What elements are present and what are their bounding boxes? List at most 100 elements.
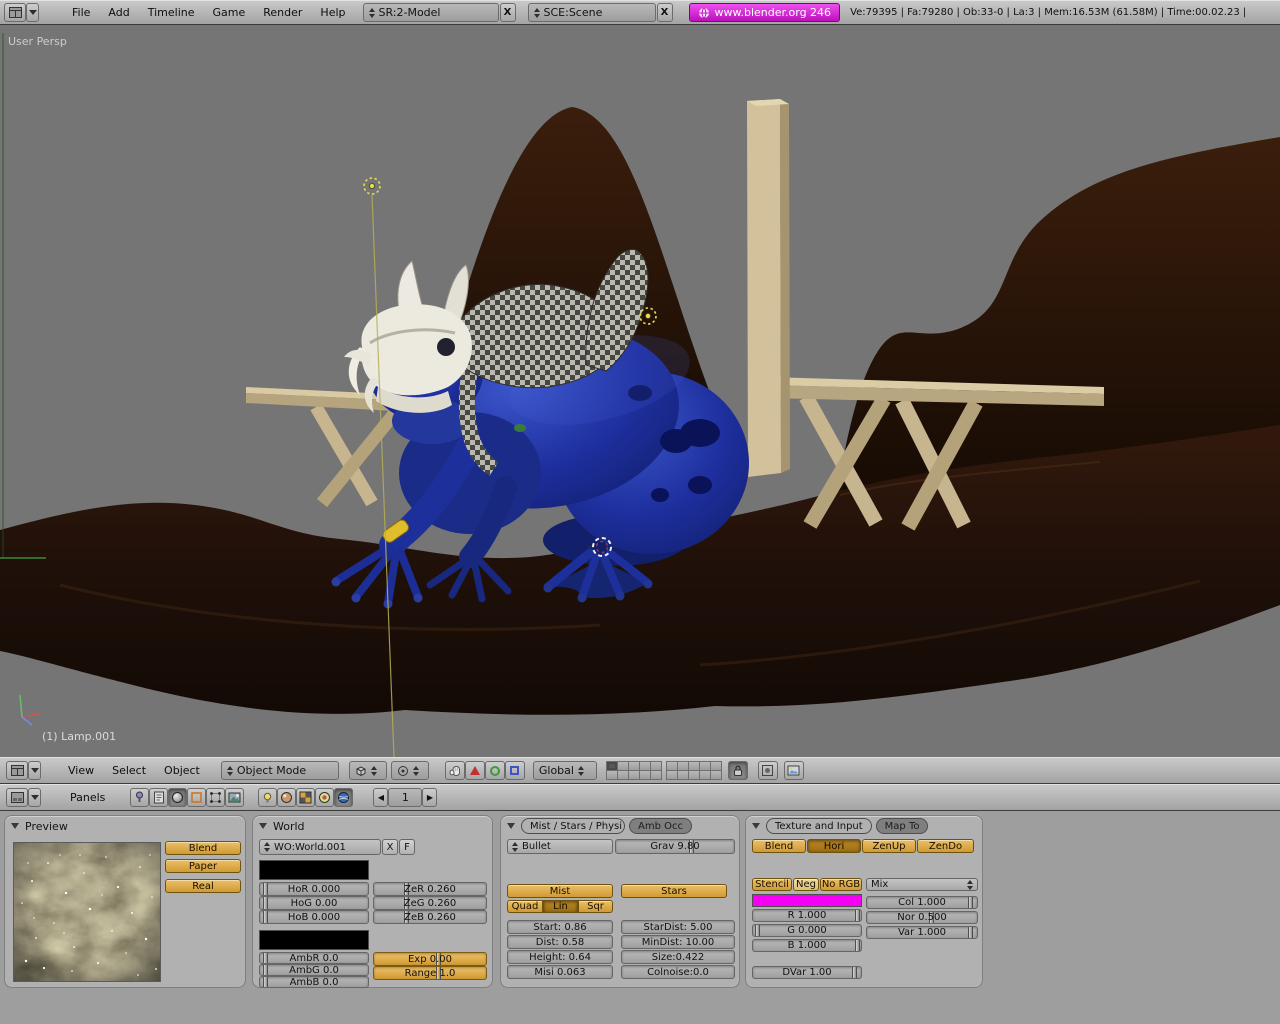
star-size-field[interactable]: Size:0.422 xyxy=(621,950,735,964)
collapse-triangle-icon[interactable] xyxy=(507,823,515,829)
hor-slider[interactable]: HoR 0.000 xyxy=(259,882,369,896)
scale-manipulator-button[interactable] xyxy=(504,761,525,780)
frame-number-field[interactable]: 1 xyxy=(388,788,423,807)
neg-toggle-button[interactable]: Neg xyxy=(793,878,819,891)
mist-start-field[interactable]: Start: 0.86 xyxy=(507,920,613,934)
tab-mist-stars-physics[interactable]: Mist / Stars / Physi xyxy=(521,818,625,834)
var-amount-slider[interactable]: Var 1.000 xyxy=(866,926,978,939)
lock-layers-button[interactable] xyxy=(727,761,748,780)
coord-zenup-button[interactable]: ZenUp xyxy=(862,839,916,853)
ambg-slider[interactable]: AmbG 0.0 xyxy=(259,964,369,976)
render-preview-button[interactable] xyxy=(783,761,804,780)
frame-next-button[interactable]: ▶ xyxy=(422,788,438,807)
mist-toggle-button[interactable]: Mist xyxy=(507,884,613,898)
world-panel-header[interactable]: World xyxy=(253,816,492,836)
tab-map-to[interactable]: Map To xyxy=(875,818,929,834)
menu-object[interactable]: Object xyxy=(155,758,209,783)
menu-select[interactable]: Select xyxy=(103,758,155,783)
world-datablock-selector[interactable]: WO:World.001 xyxy=(259,839,381,855)
menu-timeline[interactable]: Timeline xyxy=(139,1,204,24)
screen-delete-button[interactable]: X xyxy=(499,3,516,22)
norgb-toggle-button[interactable]: No RGB xyxy=(820,878,862,891)
scene-delete-button[interactable]: X xyxy=(656,3,673,22)
blend-mode-dropdown[interactable]: Mix xyxy=(866,878,978,891)
zeg-slider[interactable]: ZeG 0.260 xyxy=(373,896,487,910)
collapse-triangle-icon[interactable] xyxy=(752,823,760,829)
scene-selector[interactable]: SCE:Scene xyxy=(527,3,656,22)
logic-context-button[interactable] xyxy=(130,788,150,807)
header-collapse-button[interactable] xyxy=(26,3,39,22)
texture-buttons-button[interactable] xyxy=(296,788,316,807)
menu-render[interactable]: Render xyxy=(254,1,311,24)
header-collapse-button[interactable] xyxy=(28,788,41,807)
mist-dist-field[interactable]: Dist: 0.58 xyxy=(507,935,613,949)
menu-file[interactable]: File xyxy=(63,1,99,24)
world-fake-user-button[interactable]: F xyxy=(399,839,415,855)
stencil-toggle-button[interactable]: Stencil xyxy=(752,878,792,891)
dvar-slider[interactable]: DVar 1.00 xyxy=(752,966,862,979)
window-type-button[interactable] xyxy=(4,3,26,22)
blender-org-button[interactable]: www.blender.org 246 xyxy=(688,3,841,22)
pivot-dropdown[interactable] xyxy=(390,761,429,780)
physics-engine-dropdown[interactable]: Bullet xyxy=(507,839,613,854)
coord-blend-button[interactable]: Blend xyxy=(752,839,806,853)
stars-toggle-button[interactable]: Stars xyxy=(621,884,727,898)
layer-toggle[interactable] xyxy=(710,770,723,780)
col-amount-slider[interactable]: Col 1.000 xyxy=(866,896,978,909)
mist-falloff-quad-button[interactable]: Quad xyxy=(507,900,543,913)
scene-context-button[interactable] xyxy=(225,788,245,807)
range-slider[interactable]: Range 1.0 xyxy=(373,966,487,980)
texture-b-slider[interactable]: B 1.000 xyxy=(752,939,862,952)
ambient-color-swatch[interactable] xyxy=(259,930,369,950)
mist-falloff-sqr-button[interactable]: Sqr xyxy=(578,900,613,913)
coord-zendo-button[interactable]: ZenDo xyxy=(917,839,974,853)
mist-falloff-lin-button[interactable]: Lin xyxy=(543,900,578,913)
editor-type-button[interactable] xyxy=(6,788,28,807)
panels-menu[interactable]: Panels xyxy=(61,785,114,810)
texture-g-slider[interactable]: G 0.000 xyxy=(752,924,862,937)
proportional-edit-button[interactable] xyxy=(757,761,778,780)
menu-help[interactable]: Help xyxy=(311,1,354,24)
layer-toggle[interactable] xyxy=(650,770,663,780)
zeb-slider[interactable]: ZeB 0.260 xyxy=(373,910,487,924)
texture-color-swatch[interactable] xyxy=(752,894,862,907)
manipulator-hand-button[interactable] xyxy=(444,761,465,780)
star-dist-field[interactable]: StarDist: 5.00 xyxy=(621,920,735,934)
draw-type-dropdown[interactable] xyxy=(348,761,387,780)
blend-preview-button[interactable]: Blend xyxy=(165,841,241,855)
collapse-triangle-icon[interactable] xyxy=(11,823,19,829)
hog-slider[interactable]: HoG 0.00 xyxy=(259,896,369,910)
collapse-triangle-icon[interactable] xyxy=(259,823,267,829)
screen-selector[interactable]: SR:2-Model xyxy=(362,3,499,22)
editing-context-button[interactable] xyxy=(206,788,226,807)
exposure-slider[interactable]: Exp 0.00 xyxy=(373,952,487,966)
zer-slider[interactable]: ZeR 0.260 xyxy=(373,882,487,896)
texture-panel-header[interactable]: Texture and Input Map To xyxy=(746,816,982,836)
coord-hori-button[interactable]: Hori xyxy=(807,839,861,853)
star-mindist-field[interactable]: MinDist: 10.00 xyxy=(621,935,735,949)
radiosity-buttons-button[interactable] xyxy=(315,788,335,807)
hob-slider[interactable]: HoB 0.000 xyxy=(259,910,369,924)
texture-r-slider[interactable]: R 1.000 xyxy=(752,909,862,922)
mode-dropdown[interactable]: Object Mode xyxy=(220,761,339,780)
ambr-slider[interactable]: AmbR 0.0 xyxy=(259,952,369,964)
rotate-manipulator-button[interactable] xyxy=(484,761,505,780)
tab-amb-occ[interactable]: Amb Occ xyxy=(629,818,692,834)
world-unlink-button[interactable]: X xyxy=(382,839,398,855)
menu-view[interactable]: View xyxy=(59,758,103,783)
frame-prev-button[interactable]: ◀ xyxy=(373,788,389,807)
header-collapse-button[interactable] xyxy=(28,761,41,780)
material-buttons-button[interactable] xyxy=(277,788,297,807)
world-buttons-button[interactable] xyxy=(334,788,354,807)
mist-intensity-field[interactable]: Misi 0.063 xyxy=(507,965,613,979)
3d-viewport[interactable]: User Persp (1) Lamp.001 xyxy=(0,25,1280,758)
tab-texture-and-input[interactable]: Texture and Input xyxy=(766,818,872,834)
mist-height-field[interactable]: Height: 0.64 xyxy=(507,950,613,964)
menu-add[interactable]: Add xyxy=(99,1,138,24)
mist-panel-header[interactable]: Mist / Stars / Physi Amb Occ xyxy=(501,816,739,836)
star-colnoise-field[interactable]: Colnoise:0.0 xyxy=(621,965,735,979)
nor-amount-slider[interactable]: Nor 0.500 xyxy=(866,911,978,924)
menu-game[interactable]: Game xyxy=(204,1,255,24)
horizon-color-swatch[interactable] xyxy=(259,860,369,880)
script-context-button[interactable] xyxy=(149,788,169,807)
